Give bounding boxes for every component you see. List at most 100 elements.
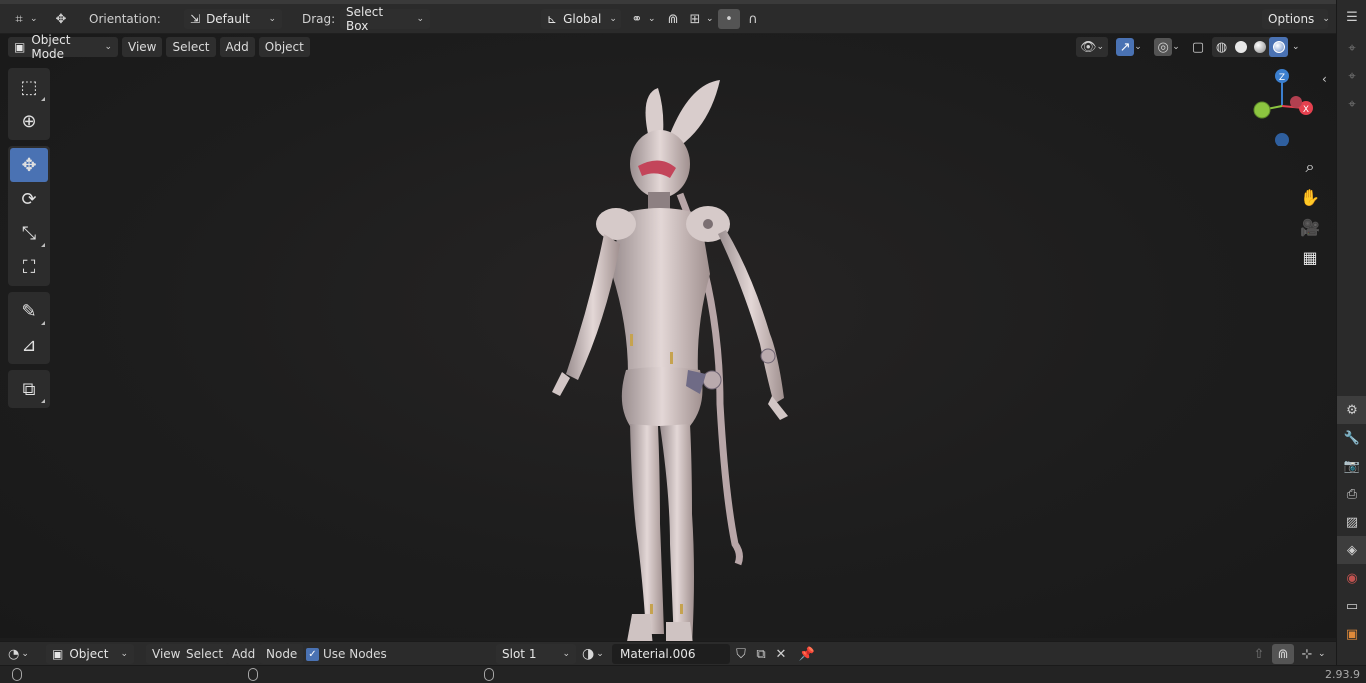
menu-add[interactable]: Add (219, 37, 255, 57)
magnet-icon: ⋒ (1272, 644, 1294, 664)
menu-object[interactable]: Object (258, 37, 310, 57)
duplicate-material-button[interactable]: ⧉ (750, 644, 772, 664)
gizmo-y-axis[interactable] (1253, 101, 1271, 119)
chevron-down-icon: ⌄ (416, 14, 424, 24)
shader-type-value: Object (69, 647, 109, 661)
tool-cursor[interactable]: ⊕ (10, 104, 48, 138)
tab-tool[interactable]: 🔧 (1337, 424, 1366, 452)
tool-rotate[interactable]: ⟳ (10, 182, 48, 216)
pin-tab-1[interactable]: ⌖ (1337, 34, 1366, 62)
tab-collection[interactable]: ▭ (1337, 592, 1366, 620)
orientation-value: Default (206, 12, 250, 26)
use-nodes-checkbox[interactable]: ✓ Use Nodes (306, 644, 387, 664)
material-browse-button[interactable]: ◑ ⌄ (582, 644, 604, 664)
menu-select[interactable]: Select (166, 37, 216, 57)
visibility-dropdown[interactable]: 👁 ⌄ (1076, 37, 1108, 57)
editor-type-button[interactable]: ⌗ ⌄ (8, 8, 37, 30)
transform-orientation-dropdown[interactable]: ⊾ Global ⌄ (541, 8, 621, 30)
xray-toggle[interactable]: ▢ (1188, 37, 1208, 57)
mouse-middle-icon (248, 668, 258, 681)
tool-move[interactable]: ✥ (10, 148, 48, 182)
tool-select-box[interactable]: ⬚ (10, 70, 48, 104)
tool-transform[interactable]: ⛶ (10, 250, 48, 284)
mode-dropdown[interactable]: ▣ Object Mode ⌄ (8, 33, 118, 61)
camera-view-button[interactable]: 🎥 (1296, 212, 1324, 242)
outliner-icon: ☰ (1346, 9, 1358, 25)
tool-scale[interactable]: ⤡ (10, 216, 48, 250)
tab-output[interactable]: ⎙ (1337, 480, 1366, 508)
proportional-edit-toggle[interactable]: • (718, 8, 740, 30)
tab-scene[interactable]: ◈ (1337, 536, 1366, 564)
checkbox-checked-icon: ✓ (306, 647, 319, 661)
falloff-curve-icon: ∩ (748, 11, 758, 27)
overlays-toggle[interactable]: ◎ ⌄ (1150, 37, 1184, 57)
solid-shading-button[interactable] (1231, 37, 1250, 57)
scale-icon: ⤡ (21, 222, 37, 244)
outliner-toggle[interactable]: ☰ (1337, 0, 1366, 34)
chevron-down-icon: ⌄ (1322, 14, 1330, 24)
sidebar-toggle-icon[interactable]: ‹ (1322, 72, 1327, 86)
menu-add-bottom[interactable]: Add (226, 644, 262, 664)
active-tool-indicator[interactable]: ✥ (50, 8, 72, 30)
tab-object[interactable]: ▣ (1337, 620, 1366, 648)
snap-target-dropdown[interactable]: ⊞ ⌄ (684, 8, 714, 30)
status-bar: 2.93.9 (0, 665, 1366, 683)
perspective-toggle-button[interactable]: ▦ (1296, 242, 1324, 272)
options-dropdown[interactable]: Options ⌄ (1262, 8, 1330, 30)
options-label: Options (1268, 12, 1315, 26)
snap-element-dropdown[interactable]: ⊹ ⌄ (1296, 644, 1326, 664)
pin-tab-2[interactable]: ⌖ (1337, 62, 1366, 90)
chevron-down-icon: ⌄ (268, 14, 276, 24)
mode-value: Object Mode (31, 33, 71, 61)
material-shading-button[interactable] (1250, 37, 1269, 57)
shader-type-dropdown[interactable]: ▣ Object ⌄ (46, 644, 134, 664)
drag-dropdown[interactable]: Select Box ⌄ (340, 5, 430, 33)
gizmo-toggle[interactable]: ↗ ⌄ (1112, 37, 1146, 57)
tab-view-layer[interactable]: ▨ (1337, 508, 1366, 536)
navigation-gizmo[interactable]: Z X (1244, 66, 1324, 146)
chevron-down-icon: ⌄ (120, 649, 128, 659)
pivot-point-dropdown[interactable]: ⚭ ⌄ (626, 8, 656, 30)
chevron-down-icon: ⌄ (104, 42, 112, 52)
rotate-icon: ⟳ (21, 188, 37, 210)
parent-node-tree-button[interactable]: ⇧ (1248, 644, 1270, 664)
pin-tab-3[interactable]: ⌖ (1337, 90, 1366, 118)
rendered-shading-button[interactable] (1269, 37, 1288, 57)
proportional-edit-icon: • (718, 9, 740, 29)
use-nodes-label: Use Nodes (323, 647, 387, 661)
menu-select-bottom[interactable]: Select (180, 644, 230, 664)
object-icon: ▣ (1345, 626, 1359, 642)
slot-dropdown[interactable]: Slot 1 ⌄ (496, 644, 576, 664)
editor-type-button[interactable]: ◔ ⌄ (8, 644, 29, 664)
pan-button[interactable]: ✋ (1296, 182, 1324, 212)
menu-view[interactable]: View (122, 37, 163, 57)
duplicate-icon: ⧉ (756, 646, 766, 662)
gizmo-neg-z-axis[interactable] (1275, 133, 1289, 146)
menu-node[interactable]: Node (260, 644, 304, 664)
version-label: 2.93.9 (1325, 668, 1360, 681)
settings-icon: ⚙ (1346, 402, 1358, 418)
character-model[interactable] (520, 74, 820, 670)
drag-value: Select Box (346, 5, 384, 33)
wireframe-shading-button[interactable]: ◍ (1212, 37, 1231, 57)
pin-button[interactable]: 📌 (796, 644, 818, 664)
chevron-down-icon[interactable]: ⌄ (1292, 42, 1300, 52)
falloff-dropdown[interactable]: ∩ (742, 8, 764, 30)
snap-toggle-bottom[interactable]: ⋒ (1272, 644, 1294, 664)
material-name-field[interactable]: Material.006 (612, 644, 730, 664)
tab-render[interactable]: 📷 (1337, 452, 1366, 480)
orientation-dropdown[interactable]: ⇲ Default ⌄ (184, 8, 282, 30)
tool-measure[interactable]: ⊿ (10, 328, 48, 362)
tab-world[interactable]: ◉ (1337, 564, 1366, 592)
tool-add-cube[interactable]: ⧉ (10, 372, 48, 406)
scene-icon: ◈ (1347, 542, 1357, 558)
3d-viewport[interactable]: ▣ Object Mode ⌄ View Select Add Object 👁… (0, 33, 1336, 666)
tab-properties[interactable]: ⚙ (1337, 396, 1366, 424)
tool-annotate[interactable]: ✎ (10, 294, 48, 328)
snap-toggle[interactable]: ⋒ (662, 8, 684, 30)
zoom-button[interactable]: ⌕ (1296, 152, 1324, 182)
fake-user-button[interactable]: ⛉ (730, 644, 752, 664)
pin-icon: ⌖ (1348, 68, 1356, 84)
gizmo-neg-x-axis[interactable] (1290, 96, 1302, 108)
unlink-material-button[interactable]: ✕ (770, 644, 792, 664)
